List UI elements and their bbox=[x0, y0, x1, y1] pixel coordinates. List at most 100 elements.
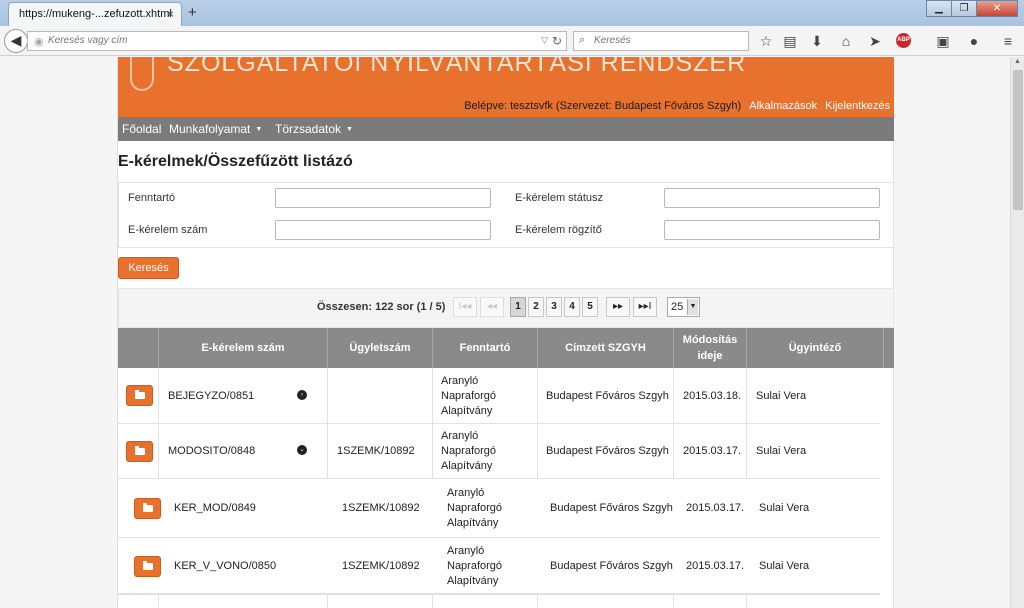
table-row: BEJEGYZO/0851 › Aranyló Napraforgó Alapí… bbox=[118, 368, 880, 424]
ekerelem-szam[interactable]: KER_MOD/0849 bbox=[174, 501, 256, 516]
cell-szam: KER_MOD/0849 bbox=[174, 479, 334, 538]
folder-icon bbox=[143, 503, 153, 512]
header-fenntarto[interactable]: Fenntartó bbox=[433, 328, 538, 368]
cell-cimzett: Budapest Főváros Szgyh bbox=[550, 502, 673, 514]
chat-icon[interactable]: ● bbox=[964, 31, 984, 51]
cell-fenntarto: Aranyló Napraforgó Alapítvány bbox=[447, 487, 503, 529]
history-dropdown-icon[interactable]: ▽ bbox=[541, 35, 548, 46]
table-row bbox=[118, 594, 880, 608]
address-placeholder: Keresés vagy cím bbox=[48, 35, 128, 46]
cell-cimzett: Budapest Főváros Szgyh bbox=[538, 424, 674, 479]
send-icon[interactable]: ➤ bbox=[865, 31, 885, 51]
header-szam[interactable]: E-kérelem szám bbox=[159, 328, 328, 368]
page-size-select[interactable]: 25 ▼ bbox=[667, 297, 700, 317]
bookmark-star-icon[interactable]: ☆ bbox=[756, 31, 776, 51]
browser-tab[interactable]: https://mukeng-...zefuzott.xhtml × bbox=[8, 2, 182, 26]
open-folder-button[interactable] bbox=[134, 498, 161, 519]
main-menu: Főoldal Munkafolyamat ▼ Törzsadatok ▼ bbox=[118, 117, 894, 141]
folder-icon bbox=[143, 561, 153, 570]
collapse-arrow-icon[interactable]: ⌄ bbox=[297, 445, 307, 455]
header-cimzett[interactable]: Címzett SZGYH bbox=[538, 328, 674, 368]
chevron-down-icon: ▼ bbox=[346, 126, 353, 133]
szam-input[interactable] bbox=[275, 220, 491, 240]
ekerelem-szam[interactable]: BEJEGYZO/0851 bbox=[168, 389, 254, 404]
prev-page-button[interactable]: ◂◂ bbox=[480, 297, 504, 317]
cell-modositas: 2015.03.17. bbox=[686, 502, 745, 514]
child-row: KER_V_VONO/0850 1SZEMK/10892 Aranyló Nap… bbox=[118, 538, 880, 594]
ekerelem-szam[interactable]: MODOSITO/0848 bbox=[168, 444, 255, 459]
address-bar[interactable]: ◉ Keresés vagy cím ▽ ↻ bbox=[27, 31, 567, 51]
reload-icon[interactable]: ↻ bbox=[552, 34, 562, 48]
cell-fenntarto: Aranyló Napraforgó Alapítvány bbox=[433, 368, 538, 424]
home-icon[interactable]: ⌂ bbox=[836, 31, 856, 51]
open-folder-button[interactable] bbox=[134, 556, 161, 577]
rogzito-input[interactable] bbox=[664, 220, 880, 240]
cell-szam bbox=[159, 595, 328, 608]
window-controls: ▁ ❐ ✕ bbox=[926, 0, 1018, 18]
header-modositas[interactable]: Módosítás ideje bbox=[674, 328, 747, 368]
adblock-icon[interactable]: ABP bbox=[896, 33, 911, 48]
cell-ugyintezo: Sulai Vera bbox=[759, 502, 810, 514]
cell-cimzett: Budapest Főváros Szgyh bbox=[538, 368, 674, 424]
first-page-button[interactable]: I◂◂ bbox=[453, 297, 477, 317]
row-action-cell bbox=[118, 595, 159, 608]
expand-arrow-icon[interactable]: › bbox=[297, 390, 307, 400]
minimize-button[interactable]: ▁ bbox=[926, 0, 952, 17]
fenntarto-label: Fenntartó bbox=[128, 192, 176, 204]
reading-list-icon[interactable]: ▤ bbox=[780, 31, 800, 51]
page-button-1[interactable]: 1 bbox=[510, 297, 526, 317]
download-icon[interactable]: ⬇ bbox=[807, 31, 827, 51]
cell-fenntarto: Aranyló Napraforgó Alapítvány bbox=[433, 424, 538, 479]
page-button-3[interactable]: 3 bbox=[546, 297, 562, 317]
header-ugyletszam[interactable]: Ügyletszám bbox=[328, 328, 433, 368]
back-button[interactable]: ◀ bbox=[4, 29, 28, 53]
tab-close-icon[interactable]: × bbox=[167, 7, 174, 21]
page-button-2[interactable]: 2 bbox=[528, 297, 544, 317]
menu-item-fooldal[interactable]: Főoldal bbox=[122, 122, 161, 136]
menu-item-munkafolyamat[interactable]: Munkafolyamat ▼ bbox=[169, 122, 262, 136]
cell-fenntarto: Aranyló Napraforgó Alapítvány bbox=[447, 544, 503, 587]
search-button[interactable]: Keresés bbox=[118, 257, 179, 279]
header-ugyintezo[interactable]: Ügyintéző bbox=[747, 328, 884, 368]
restore-button[interactable]: ❐ bbox=[951, 0, 977, 17]
menu-hamburger-icon[interactable]: ≡ bbox=[998, 31, 1018, 51]
chevron-down-icon: ▼ bbox=[255, 126, 263, 133]
cell-modositas: 2015.03.17. bbox=[674, 424, 747, 479]
menu-item-torzsadatok[interactable]: Törzsadatok ▼ bbox=[275, 122, 353, 136]
row-action-cell bbox=[118, 424, 159, 479]
logout-link[interactable]: Kijelentkezés bbox=[825, 100, 890, 112]
fenntarto-input[interactable] bbox=[275, 188, 491, 208]
cell-ugyletszam: 1SZEMK/10892 bbox=[328, 424, 433, 479]
cell-szam: KER_V_VONO/0850 bbox=[174, 538, 334, 594]
header-actions bbox=[118, 328, 159, 368]
search-icon: ⌕ bbox=[579, 34, 586, 46]
screenshot-icon[interactable]: ▣ bbox=[933, 31, 953, 51]
scroll-thumb[interactable] bbox=[1013, 70, 1023, 210]
page-scrollbar[interactable]: ▲ bbox=[1010, 57, 1024, 608]
page-button-5[interactable]: 5 bbox=[582, 297, 598, 317]
statusz-input[interactable] bbox=[664, 188, 880, 208]
next-page-button[interactable]: ▸▸ bbox=[606, 297, 630, 317]
back-arrow-icon: ◀ bbox=[10, 32, 22, 48]
search-placeholder: Keresés bbox=[594, 35, 631, 46]
open-folder-button[interactable] bbox=[126, 441, 153, 462]
page-title: E-kérelmek/Összefűzött listázó bbox=[118, 153, 353, 170]
new-tab-button[interactable]: + bbox=[188, 4, 197, 21]
app-banner: SZOLGÁLTATÓI NYILVÁNTARTÁSI RENDSZER Bel… bbox=[118, 57, 894, 117]
close-window-button[interactable]: ✕ bbox=[976, 0, 1018, 17]
page-viewport: SZOLGÁLTATÓI NYILVÁNTARTÁSI RENDSZER Bel… bbox=[0, 57, 1010, 608]
globe-icon: ◉ bbox=[34, 36, 44, 48]
apps-link[interactable]: Alkalmazások bbox=[749, 100, 817, 112]
browser-search-bar[interactable]: ⌕ Keresés bbox=[573, 31, 749, 51]
folder-icon bbox=[135, 446, 145, 455]
last-page-button[interactable]: ▸▸I bbox=[633, 297, 657, 317]
cell-ugyletszam: 1SZEMK/10892 bbox=[342, 559, 420, 572]
open-folder-button[interactable] bbox=[126, 385, 153, 406]
page-button-4[interactable]: 4 bbox=[564, 297, 580, 317]
browser-toolbar: ◀ ◉ Keresés vagy cím ▽ ↻ ⌕ Keresés ☆ ▤ ⬇… bbox=[0, 26, 1024, 56]
tab-title: https://mukeng-...zefuzott.xhtml bbox=[19, 8, 172, 20]
scroll-up-icon[interactable]: ▲ bbox=[1014, 58, 1021, 65]
ekerelem-szam[interactable]: KER_V_VONO/0850 bbox=[174, 559, 276, 574]
cell-cimzett: Budapest Főváros Szgyh bbox=[550, 559, 673, 572]
login-info: Belépve: tesztsvfk (Szervezet: Budapest … bbox=[464, 100, 890, 112]
